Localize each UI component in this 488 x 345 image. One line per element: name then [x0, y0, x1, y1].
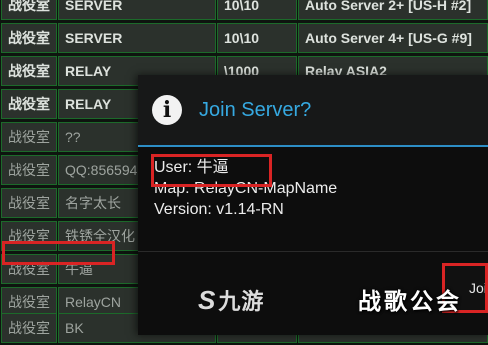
server-players-cell: 10\10 — [217, 0, 297, 20]
server-name-cell: Auto Server 2+ [US-H #2] — [298, 0, 488, 20]
dialog-title: Join Server? — [199, 99, 312, 121]
jiuyou-watermark: S九游 — [198, 284, 264, 316]
server-row[interactable]: 战役室 SERVER 10\10 Auto Server 2+ [US-H #2… — [0, 0, 488, 22]
server-mode-cell: 战役室 — [1, 56, 57, 86]
server-mode-cell: 战役室 — [1, 221, 57, 251]
zhange-guild-watermark: 战歌公会 — [358, 288, 462, 314]
dialog-header: i Join Server? — [138, 75, 488, 147]
server-mode-cell: 战役室 — [1, 23, 57, 53]
server-row[interactable]: 战役室 SERVER 10\10 Auto Server 4+ [US-G #9… — [0, 22, 488, 55]
server-mode-cell: 战役室 — [1, 155, 57, 185]
server-type-cell: SERVER — [58, 0, 216, 20]
server-players-cell: 10\10 — [217, 23, 297, 53]
dialog-map-line: Map: RelayCN-MapName — [154, 180, 338, 197]
dialog-body: User: 牛逼 Map: RelayCN-MapName Version: v… — [154, 157, 484, 220]
server-mode-cell: 战役室 — [1, 188, 57, 218]
server-mode-cell: 战役室 — [1, 122, 57, 152]
info-icon: i — [152, 95, 182, 125]
dialog-user-line: User: 牛逼 — [154, 159, 229, 176]
jiuyou-logo-text: 九游 — [218, 289, 265, 314]
server-mode-cell: 战役室 — [1, 0, 57, 20]
server-type-cell: SERVER — [58, 23, 216, 53]
server-name-cell: Auto Server 4+ [US-G #9] — [298, 23, 488, 53]
server-mode-cell: 战役室 — [1, 313, 57, 343]
server-mode-cell: 战役室 — [1, 89, 57, 119]
server-mode-cell: 战役室 — [1, 254, 57, 284]
jiuyou-logo-icon: S — [198, 285, 217, 315]
dialog-version-line: Version: v1.14-RN — [154, 201, 284, 218]
